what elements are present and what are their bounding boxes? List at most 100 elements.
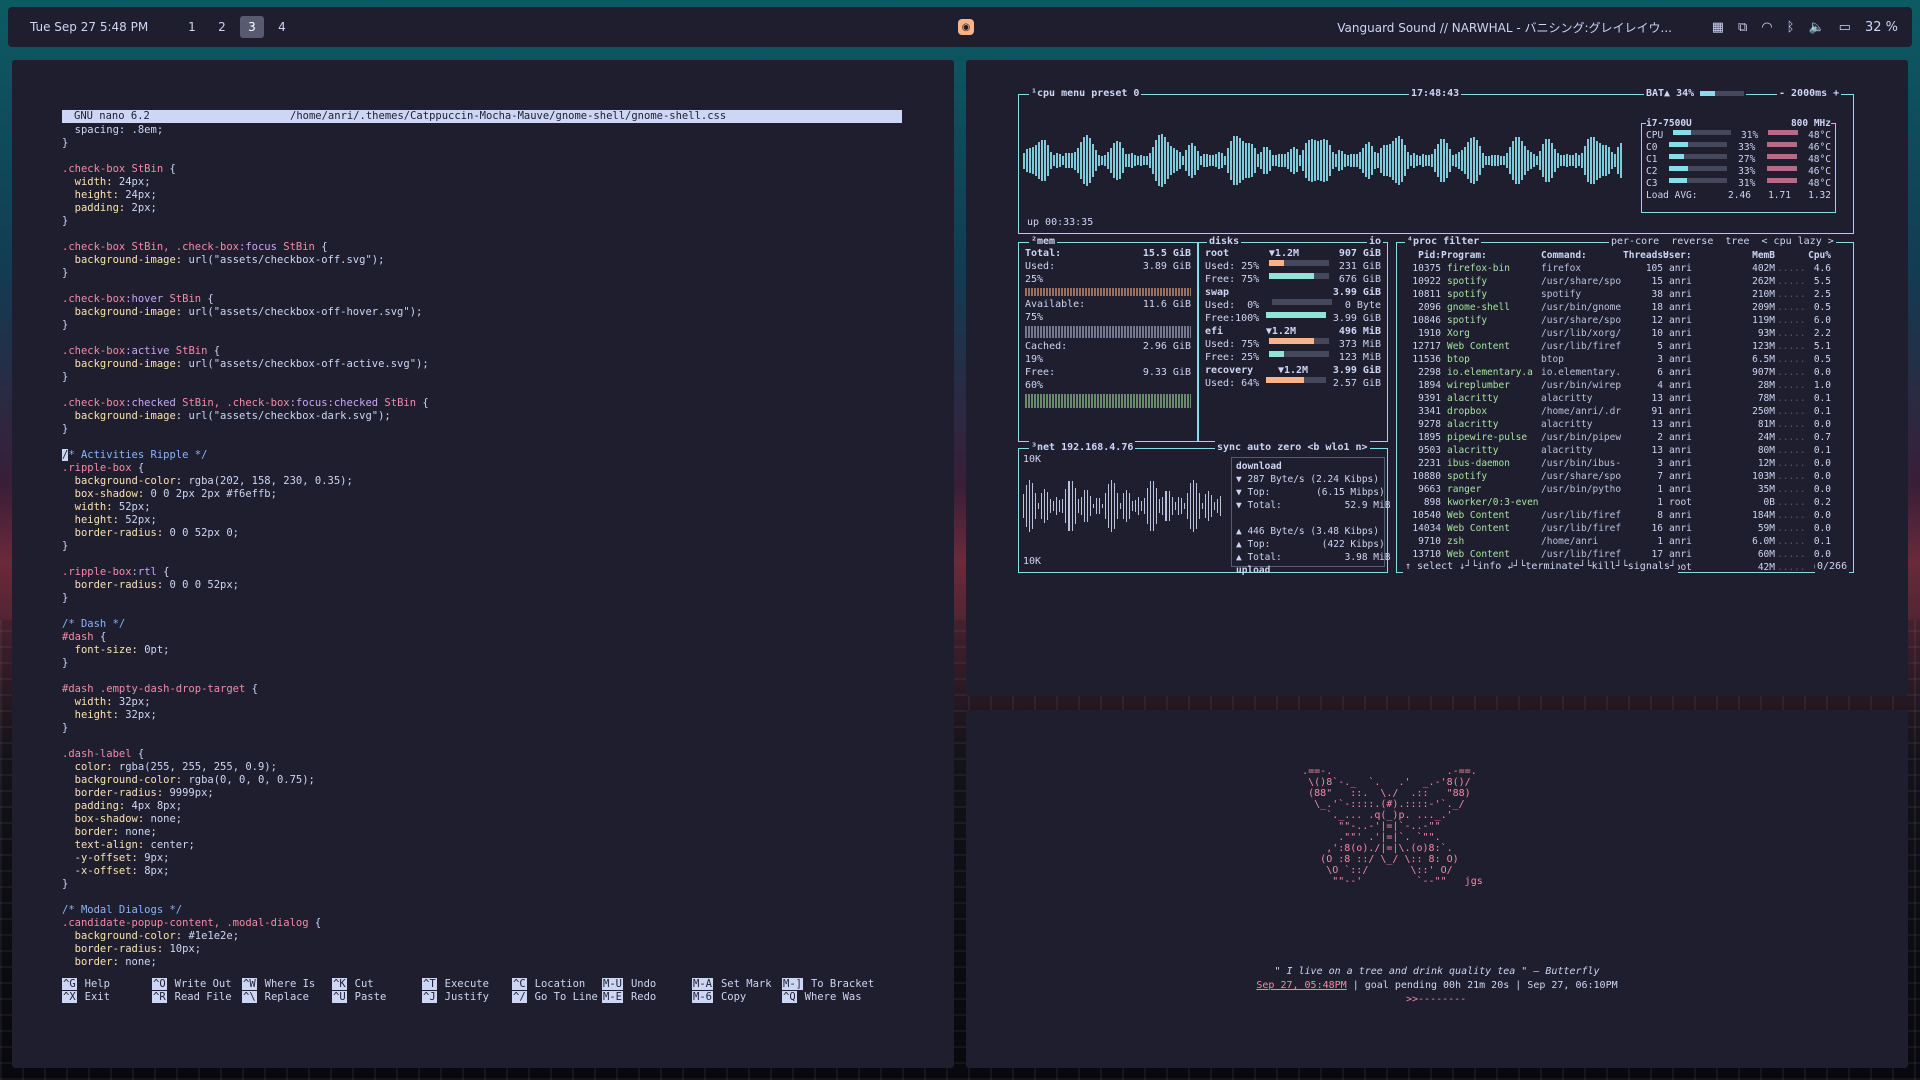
proc-row[interactable]: 9503 alacritty alacritty 13 anri 80M..... 0.1	[1401, 444, 1849, 457]
proc-row[interactable]: 10540 Web Content/usr/lib/firef 8 anri 184M.…	[1401, 509, 1849, 522]
shortcut-paste[interactable]: ^U Paste	[332, 991, 422, 1004]
proc-row[interactable]: 898 kworker/0:3-even 1 root 0B..... 0.2	[1401, 496, 1849, 509]
proc-options[interactable]: per-core reverse tree < cpu lazy >	[1609, 235, 1836, 248]
proc-row[interactable]: 2096 gnome-shell/usr/bin/gnome 18 anri 209M.…	[1401, 301, 1849, 314]
code-editor[interactable]: spacing: .8em;} .check-box StBin { width:…	[62, 124, 429, 969]
proc-row[interactable]: 2231 ibus-daemon/usr/bin/ibus- 3 anri 12M...…	[1401, 457, 1849, 470]
cpu-graph-bar	[1230, 140, 1232, 181]
cpu-graph-bar	[1536, 156, 1538, 165]
proc-header-cell[interactable]: Program:	[1441, 249, 1541, 262]
net-options[interactable]: sync auto zero <b wlo1 n>	[1215, 441, 1370, 454]
proc-row[interactable]: 10880 spotify/usr/share/spo 7 anri 103M.....…	[1401, 470, 1849, 483]
proc-footer[interactable]: ↑ select ↓┘└info ↲┘└terminate┘└kill┘└sig…	[1403, 560, 1678, 573]
cpu-graph-bar	[1368, 142, 1370, 179]
net-graph-bar	[1220, 496, 1222, 516]
proc-row[interactable]: 1910 Xorg/usr/lib/xorg/10 anri 93M..... 2.2	[1401, 327, 1849, 340]
proc-header-cell[interactable]: Command:	[1541, 249, 1623, 262]
tea-timer-window[interactable]: .==-. .-==. \()8`-._ `. .' _.-'8()/ (88"…	[966, 710, 1908, 1068]
code-token: 9px;	[144, 852, 170, 864]
shortcut-copy[interactable]: M-6 Copy	[692, 991, 782, 1004]
cpu-graph-bar	[1617, 146, 1619, 175]
refresh-rate[interactable]: - 2000ms +	[1777, 87, 1842, 100]
disks-title[interactable]: disks	[1207, 235, 1242, 248]
proc-header-cell[interactable]: MemB	[1733, 249, 1775, 262]
media-title[interactable]: Vanguard Sound // NARWHAL - バニシング:グレイレイウ…	[1337, 19, 1672, 36]
code-line: }	[62, 319, 429, 332]
shortcut-to-bracket[interactable]: M-] To Bracket	[782, 978, 874, 991]
proc-row[interactable]: 11536 btop btop 3 anri 6.5M..... 0.5	[1401, 353, 1849, 366]
proc-row[interactable]: 10811 spotify spotify 38 anri 210M..... 2.5	[1401, 288, 1849, 301]
screen-icon[interactable]: ⧉	[1738, 20, 1747, 35]
proc-header-cell[interactable]: Cpu%	[1803, 249, 1831, 262]
net-graph-bar	[1192, 479, 1194, 533]
status-date[interactable]: Sep 27, 05:48PM	[1256, 980, 1346, 991]
mem-title[interactable]: ²mem	[1029, 235, 1058, 248]
proc-row[interactable]: 14034 Web Content/usr/lib/firef 16 anri 59M.…	[1401, 522, 1849, 535]
shortcut-exit[interactable]: ^X Exit	[62, 991, 152, 1004]
proc-row[interactable]: 9710 zsh/home/anri 1 anri 6.0M..... 0.1	[1401, 535, 1849, 548]
shortcut-set-mark[interactable]: M-A Set Mark	[692, 978, 782, 991]
shortcut-write-out[interactable]: ^O Write Out	[152, 978, 242, 991]
shortcut-label: Execute	[444, 978, 489, 990]
process-table[interactable]: Pid: Program: Command: Threads: User: MemB Cpu…	[1401, 249, 1849, 574]
cpu-graph-bar	[1263, 147, 1265, 174]
shortcut-cut[interactable]: ^K Cut	[332, 978, 422, 991]
proc-title[interactable]: ⁴proc filter	[1405, 235, 1482, 248]
btop-window[interactable]: ¹cpu menu preset 0 17:48:43 BAT▲ 34% - 2…	[966, 60, 1908, 696]
shortcut-where-is[interactable]: ^W Where Is	[242, 978, 332, 991]
code-line: width: 24px;	[62, 176, 429, 189]
workspace-3[interactable]: 3	[240, 16, 264, 38]
workspace-1[interactable]: 1	[180, 16, 204, 38]
proc-header-cell[interactable]	[1775, 249, 1803, 262]
proc-row[interactable]: 12717 Web Content/usr/lib/firef 5 anri 123M.…	[1401, 340, 1849, 353]
net-title[interactable]: ³net 192.168.4.76	[1029, 441, 1136, 454]
shortcut-location[interactable]: ^C Location	[512, 978, 602, 991]
proc-row[interactable]: 1894 wireplumber/usr/bin/wirep 4 anri 28M...…	[1401, 379, 1849, 392]
proc-header-cell[interactable]: Threads:	[1623, 249, 1669, 262]
shortcut-go-to-line[interactable]: ^/ Go To Line	[512, 991, 602, 1004]
shortcut-redo[interactable]: M-E Redo	[602, 991, 692, 1004]
cpu-graph-bar	[1032, 147, 1034, 174]
cpu-graph-bar	[1425, 154, 1427, 167]
nano-editor-window[interactable]: GNU nano 6.2/home/anri/.themes/Catppucci…	[12, 60, 954, 1068]
proc-row[interactable]: 10846 spotify/usr/share/spo 12 anri 119M....…	[1401, 314, 1849, 327]
proc-row[interactable]: 10922 spotify/usr/share/spo 15 anri 262M....…	[1401, 275, 1849, 288]
cpu-graph-bar	[1128, 154, 1130, 167]
proc-header-cell[interactable]: User:	[1663, 249, 1733, 262]
proc-row[interactable]: 10375 firefox-bin firefox 105 anri 402M..... 4…	[1401, 262, 1849, 275]
bluetooth-icon[interactable]: ᛒ	[1787, 20, 1795, 35]
shortcut-execute[interactable]: ^T Execute	[422, 978, 512, 991]
date-time[interactable]: Tue Sep 27 5:48 PM	[30, 20, 180, 34]
layout-icon[interactable]: ▦	[1712, 20, 1724, 35]
workspace-4[interactable]: 4	[270, 16, 294, 38]
proc-row[interactable]: 9278 alacritty alacritty 13 anri 81M..... 0.0	[1401, 418, 1849, 431]
shortcut-help[interactable]: ^G Help	[62, 978, 152, 991]
cpu-graph-bar	[1593, 137, 1595, 184]
proc-row[interactable]: 9663 ranger/usr/bin/pytho 1 anri 35M..... 0.0	[1401, 483, 1849, 496]
shortcut-key: ^Q	[782, 991, 797, 1003]
system-tray[interactable]: ▦ ⧉ ◠ ᛒ 🔈 ▭ 32 %	[1712, 20, 1898, 35]
code-token: background-color:	[62, 774, 189, 786]
net-graph-bar	[1056, 497, 1058, 515]
volume-icon[interactable]: 🔈	[1808, 20, 1824, 35]
shortcut-where-was[interactable]: ^Q Where Was	[782, 991, 872, 1004]
proc-row[interactable]: 9391 alacritty alacritty 13 anri 78M..... 0.1	[1401, 392, 1849, 405]
cpu-title[interactable]: ¹cpu menu preset 0	[1029, 87, 1142, 100]
cpu-graph-bar	[1446, 143, 1448, 178]
shortcut-read-file[interactable]: ^R Read File	[152, 991, 242, 1004]
shortcut-justify[interactable]: ^J Justify	[422, 991, 512, 1004]
proc-header-cell[interactable]: Pid:	[1401, 249, 1441, 262]
proc-row[interactable]: 3341 dropbox/home/anri/.dr 91 anri 250M.....…	[1401, 405, 1849, 418]
shortcut-key: ^J	[422, 991, 437, 1003]
cpu-graph-bar	[1098, 154, 1100, 167]
disks-io-toggle[interactable]: io	[1367, 235, 1384, 248]
shortcut-undo[interactable]: M-U Undo	[602, 978, 692, 991]
proc-row[interactable]: 2298 io.elementary.a io.elementary. 6 anri 90…	[1401, 366, 1849, 379]
shortcut-replace[interactable]: ^\ Replace	[242, 991, 332, 1004]
proc-row[interactable]: 1895 pipewire-pulse/usr/bin/pipew 2 anri 24M…	[1401, 431, 1849, 444]
workspace-2[interactable]: 2	[210, 16, 234, 38]
app-icon[interactable]: ◉	[958, 19, 974, 35]
wifi-icon[interactable]: ◠	[1761, 20, 1772, 35]
battery-icon[interactable]: ▭	[1839, 20, 1851, 35]
mem-free-meter	[1025, 394, 1191, 408]
